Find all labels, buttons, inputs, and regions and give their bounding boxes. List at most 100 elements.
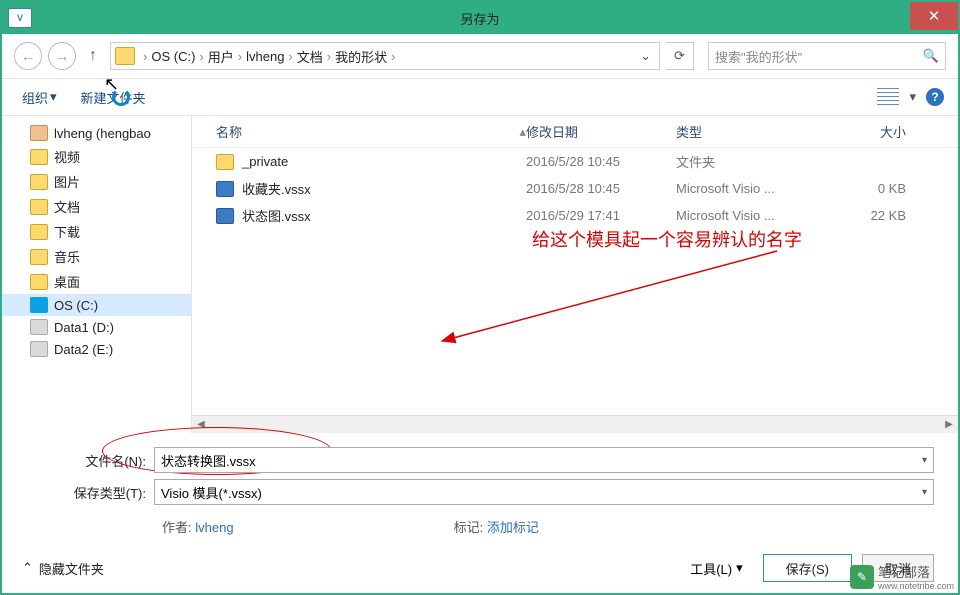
- column-header-size[interactable]: 大小: [826, 122, 906, 141]
- up-button[interactable]: ↑: [82, 43, 104, 69]
- user-icon: [30, 125, 48, 141]
- file-size: 0 KB: [826, 181, 906, 196]
- sidebar: lvheng (hengbao 视频图片文档下载音乐桌面 OS (C:) Data1 …: [2, 116, 192, 433]
- search-placeholder: 搜索"我的形状": [715, 47, 802, 66]
- window-title: 另存为: [460, 9, 499, 28]
- breadcrumb-segment[interactable]: 文档: [297, 47, 323, 66]
- search-input[interactable]: 搜索"我的形状" 🔍: [708, 42, 946, 70]
- file-date: 2016/5/28 10:45: [526, 181, 676, 196]
- search-icon: 🔍: [923, 48, 939, 64]
- watermark-text: 笔记部落: [878, 562, 954, 581]
- chevron-right-icon: ›: [199, 49, 203, 64]
- folder-icon: [115, 47, 135, 65]
- file-date: 2016/5/28 10:45: [526, 154, 676, 169]
- chevron-right-icon: ›: [238, 49, 242, 64]
- watermark-url: www.notetribe.com: [878, 581, 954, 591]
- sidebar-item-label: 图片: [54, 172, 80, 191]
- hide-folders-toggle[interactable]: ⌃ 隐藏文件夹: [22, 559, 104, 578]
- filename-input[interactable]: 状态转换图.vssx ▾: [154, 447, 934, 473]
- scroll-left-icon[interactable]: ◀: [192, 416, 210, 434]
- forward-button[interactable]: →: [48, 42, 76, 70]
- folder-icon: [30, 274, 48, 290]
- vssx-icon: [216, 181, 234, 197]
- chevron-down-icon: ▾: [909, 89, 916, 105]
- organize-label: 组织: [22, 88, 48, 107]
- sidebar-item-label: 视频: [54, 147, 80, 166]
- organize-button[interactable]: 组织 ▾: [16, 85, 63, 110]
- breadcrumb-segment[interactable]: 我的形状: [335, 47, 387, 66]
- sidebar-item[interactable]: 视频: [2, 144, 191, 169]
- breadcrumb-segment[interactable]: lvheng: [246, 49, 284, 64]
- close-button[interactable]: ✕: [910, 2, 958, 30]
- titlebar: V 另存为 ✕: [2, 2, 958, 34]
- column-header-date[interactable]: 修改日期: [526, 122, 676, 141]
- breadcrumb[interactable]: › OS (C:) › 用户 › lvheng › 文档 › 我的形状 › ⌄: [110, 42, 660, 70]
- file-name: 状态图.vssx: [242, 206, 311, 225]
- tools-menu[interactable]: 工具(L) ▾: [680, 555, 752, 582]
- watermark: ✎ 笔记部落 www.notetribe.com: [850, 562, 954, 591]
- sidebar-item-label: Data1 (D:): [54, 320, 114, 335]
- folder-icon: [30, 249, 48, 265]
- sidebar-item-label: Data2 (E:): [54, 342, 113, 357]
- close-icon: ✕: [928, 7, 941, 25]
- sidebar-item[interactable]: lvheng (hengbao: [2, 122, 191, 144]
- file-row[interactable]: 收藏夹.vssx2016/5/28 10:45Microsoft Visio .…: [192, 175, 958, 202]
- back-icon: ←: [21, 48, 35, 64]
- sidebar-item[interactable]: 下载: [2, 219, 191, 244]
- scroll-right-icon[interactable]: ▶: [940, 416, 958, 434]
- view-options-button[interactable]: [877, 88, 899, 106]
- chevron-down-icon[interactable]: ▾: [922, 487, 927, 498]
- new-folder-button[interactable]: 新建文件夹: [75, 85, 152, 110]
- win-icon: [30, 297, 48, 313]
- sidebar-item[interactable]: 桌面: [2, 269, 191, 294]
- savetype-label: 保存类型(T):: [62, 483, 154, 502]
- back-button[interactable]: ←: [14, 42, 42, 70]
- sidebar-item[interactable]: Data1 (D:): [2, 316, 191, 338]
- author-value[interactable]: lvheng: [195, 520, 233, 535]
- refresh-icon: ⟳: [674, 48, 685, 64]
- drive-icon: [30, 319, 48, 335]
- folder-icon: [30, 174, 48, 190]
- horizontal-scrollbar[interactable]: ◀ ▶: [192, 415, 958, 433]
- sidebar-item[interactable]: 图片: [2, 169, 191, 194]
- file-date: 2016/5/29 17:41: [526, 208, 676, 223]
- save-button[interactable]: 保存(S): [763, 554, 852, 582]
- sidebar-item-label: 下载: [54, 222, 80, 241]
- chevron-down-icon: ▾: [736, 560, 743, 576]
- breadcrumb-segment[interactable]: 用户: [208, 47, 234, 66]
- breadcrumb-dropdown[interactable]: ⌄: [636, 48, 655, 64]
- chevron-right-icon: ›: [391, 49, 395, 64]
- help-button[interactable]: ?: [926, 88, 944, 106]
- sidebar-item-label: 音乐: [54, 247, 80, 266]
- savetype-select[interactable]: Visio 模具(*.vssx) ▾: [154, 479, 934, 505]
- app-icon: V: [8, 8, 32, 28]
- sidebar-item[interactable]: Data2 (E:): [2, 338, 191, 360]
- vssx-icon: [216, 208, 234, 224]
- author-label: 作者:: [162, 520, 192, 535]
- chevron-right-icon: ›: [143, 49, 147, 64]
- column-header-name[interactable]: 名称▴: [216, 122, 526, 141]
- toolbar: 组织 ▾ 新建文件夹 ▾ ?: [2, 78, 958, 116]
- file-type: 文件夹: [676, 152, 826, 171]
- sidebar-item[interactable]: 音乐: [2, 244, 191, 269]
- refresh-button[interactable]: ⟳: [666, 42, 694, 70]
- sidebar-item-label: 文档: [54, 197, 80, 216]
- chevron-down-icon[interactable]: ▾: [922, 455, 927, 466]
- collapse-icon: ⌃: [22, 560, 33, 576]
- folder-icon: [30, 224, 48, 240]
- sidebar-item[interactable]: OS (C:): [2, 294, 191, 316]
- file-size: 22 KB: [826, 208, 906, 223]
- file-row[interactable]: 状态图.vssx2016/5/29 17:41Microsoft Visio .…: [192, 202, 958, 229]
- file-name: _private: [242, 154, 288, 169]
- file-row[interactable]: _private 2016/5/28 10:45文件夹: [192, 148, 958, 175]
- column-header-type[interactable]: 类型: [676, 122, 826, 141]
- sidebar-item[interactable]: 文档: [2, 194, 191, 219]
- tags-value[interactable]: 添加标记: [487, 520, 539, 535]
- chevron-right-icon: ›: [288, 49, 292, 64]
- sidebar-item-label: 桌面: [54, 272, 80, 291]
- hide-folders-label: 隐藏文件夹: [39, 559, 104, 578]
- breadcrumb-segment[interactable]: OS (C:): [151, 49, 195, 64]
- file-list-pane: 名称▴ 修改日期 类型 大小 _private 2016/5/28 10:45文件…: [192, 116, 958, 433]
- folder-icon: [216, 154, 234, 170]
- file-name: 收藏夹.vssx: [242, 179, 311, 198]
